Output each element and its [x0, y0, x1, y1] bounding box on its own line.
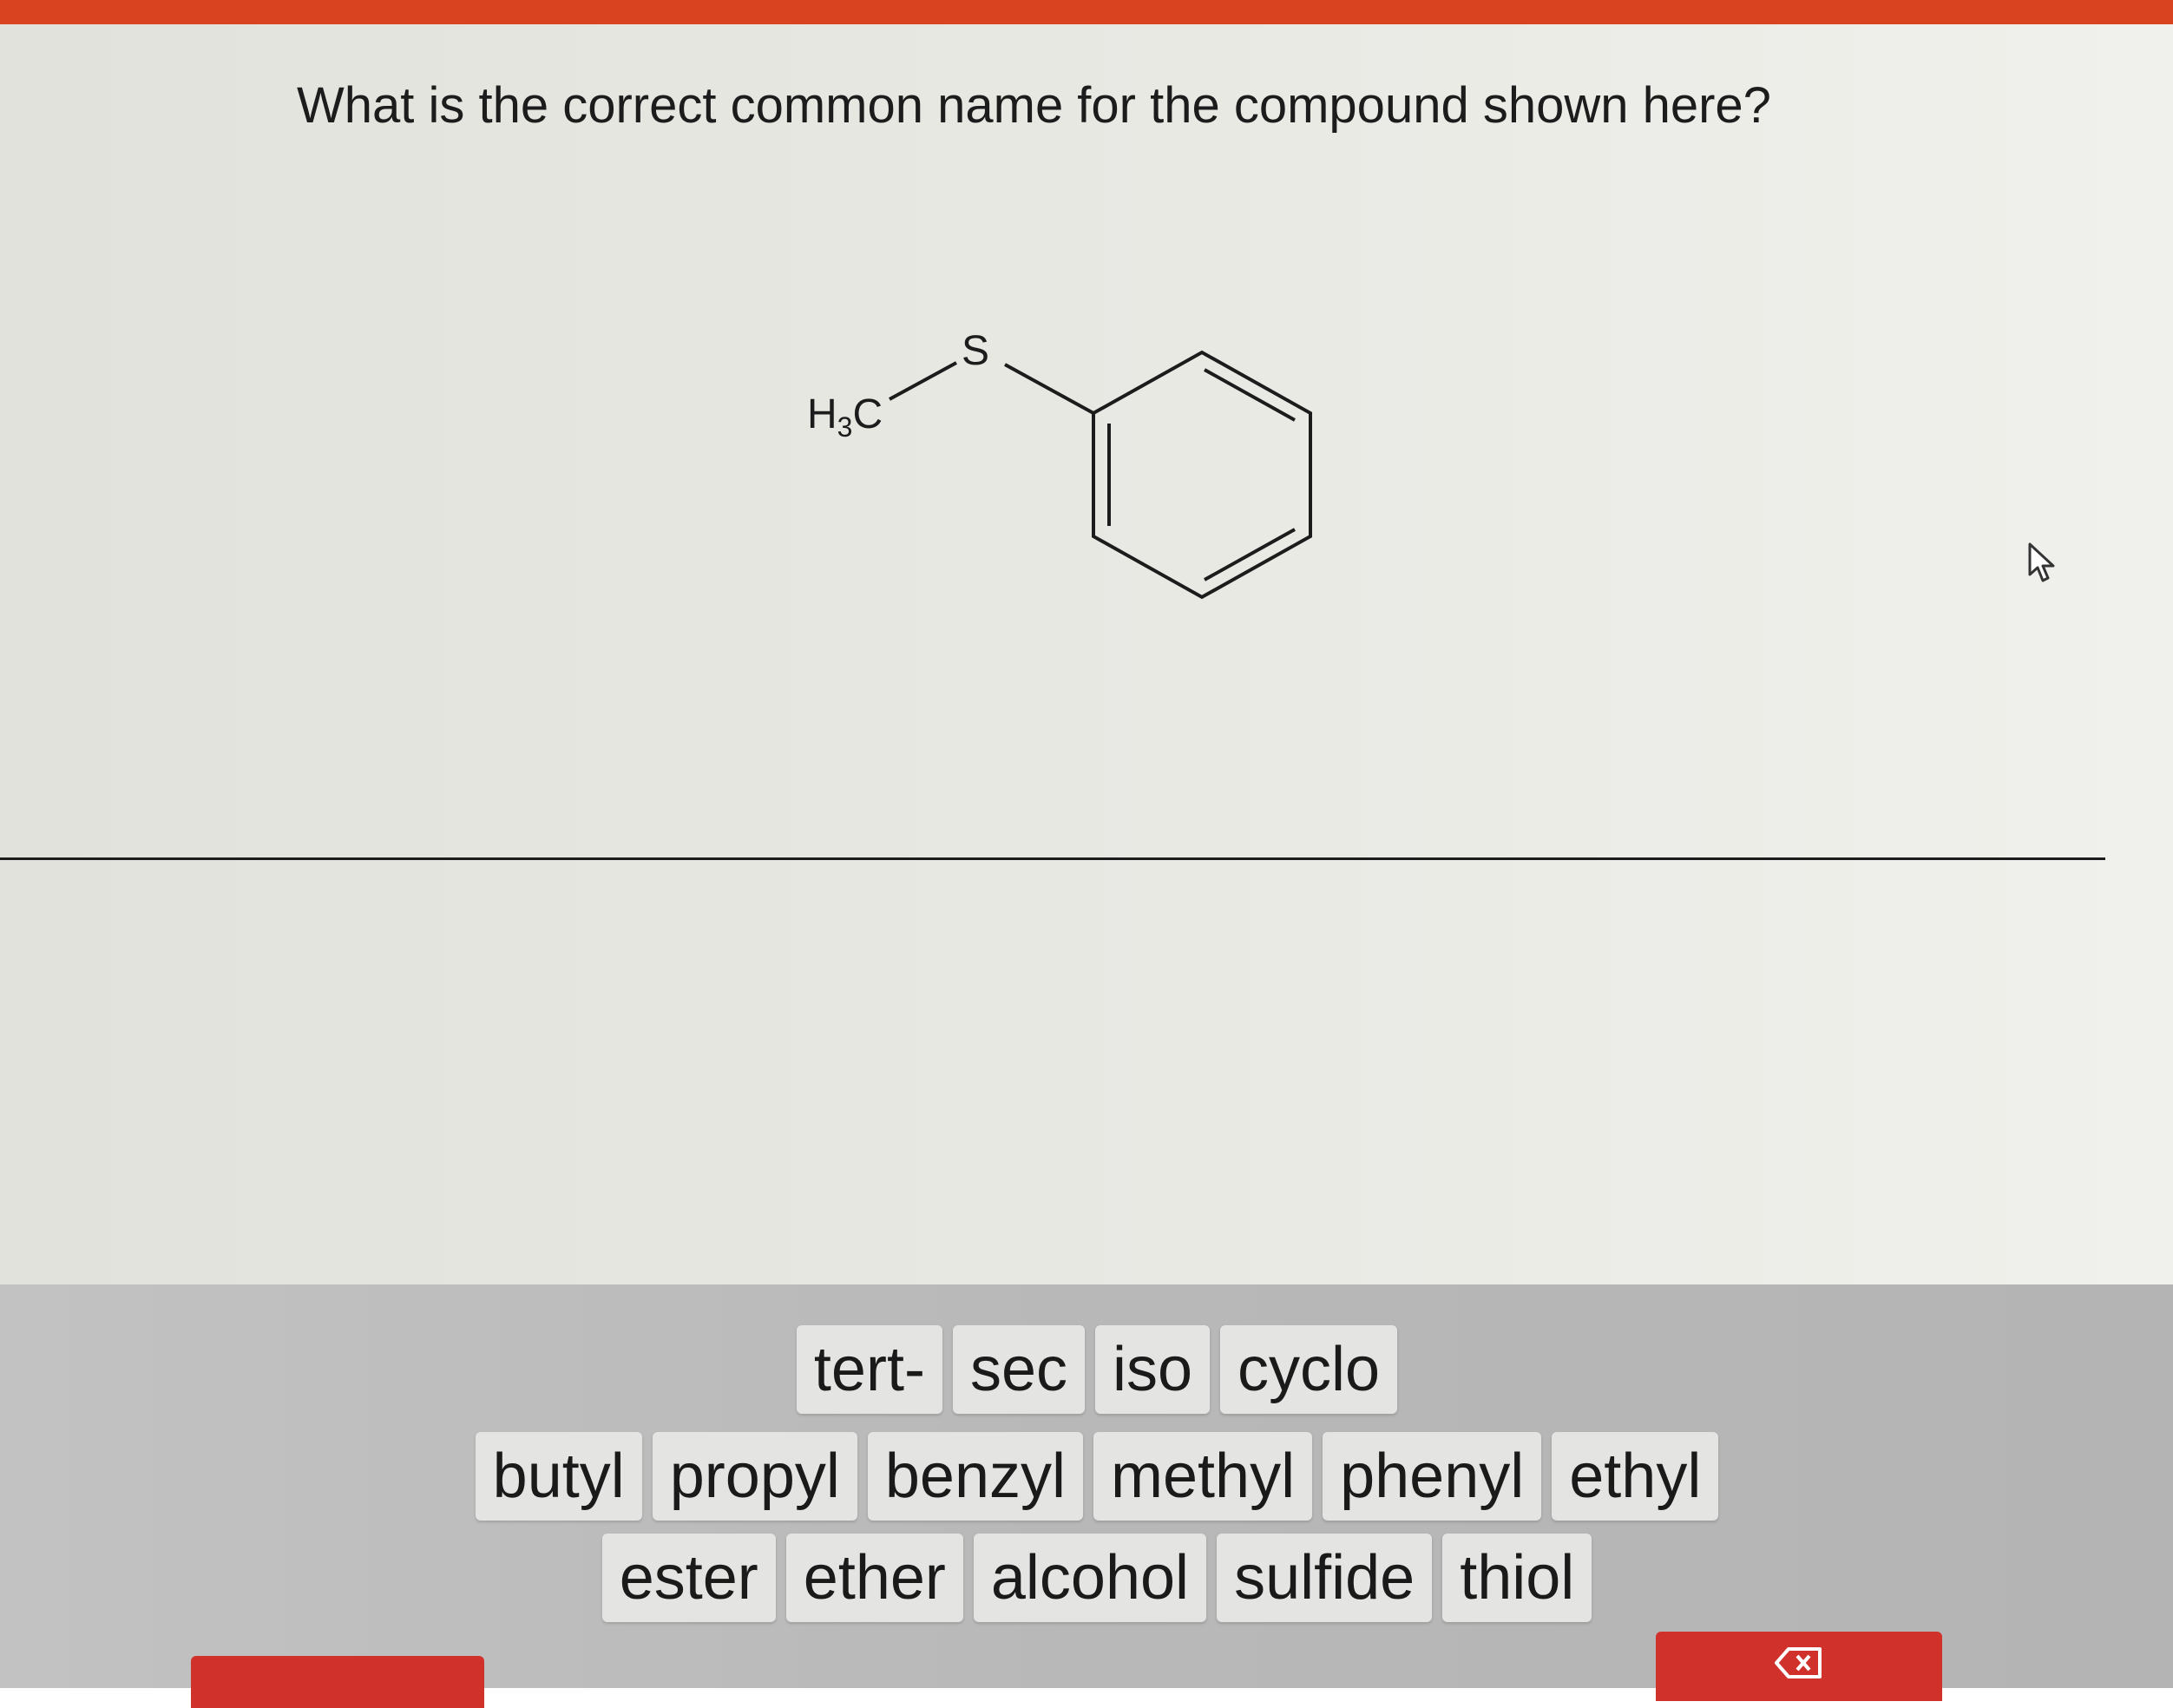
suffix-tile-row: ester ether alcohol sulfide thiol	[0, 1534, 2173, 1622]
delete-button[interactable]	[1656, 1632, 1942, 1701]
tile-methyl[interactable]: methyl	[1093, 1432, 1313, 1521]
bond-c-s	[889, 361, 957, 401]
tile-benzyl[interactable]: benzyl	[867, 1432, 1083, 1521]
tile-ester[interactable]: ester	[601, 1534, 776, 1622]
tile-thiol[interactable]: thiol	[1442, 1534, 1592, 1622]
bond-s-ring	[1004, 363, 1094, 415]
mouse-pointer-icon	[2028, 542, 2055, 582]
tile-iso[interactable]: iso	[1094, 1325, 1211, 1414]
chemical-structure: H3C S	[807, 328, 1312, 600]
prefix-tile-row: tert- sec iso cyclo	[0, 1325, 2173, 1414]
question-area: What is the correct common name for the …	[0, 24, 2173, 1300]
group-tile-row: butyl propyl benzyl methyl phenyl ethyl	[0, 1432, 2173, 1521]
tile-butyl[interactable]: butyl	[475, 1432, 642, 1521]
tile-sec[interactable]: sec	[952, 1325, 1085, 1414]
sulfur-label: S	[962, 328, 989, 374]
tile-alcohol[interactable]: alcohol	[973, 1534, 1207, 1622]
tile-propyl[interactable]: propyl	[652, 1432, 857, 1521]
tile-tert[interactable]: tert-	[796, 1325, 942, 1414]
reset-button[interactable]	[191, 1656, 484, 1708]
question-text: What is the correct common name for the …	[297, 77, 1771, 134]
answer-line	[0, 857, 2105, 860]
top-accent-bar	[0, 0, 2173, 24]
methyl-label: H3C	[807, 391, 883, 443]
tile-ether[interactable]: ether	[785, 1534, 963, 1622]
tile-sulfide[interactable]: sulfide	[1217, 1534, 1433, 1622]
backspace-icon	[1775, 1647, 1822, 1678]
benzene-ring	[1092, 350, 1312, 600]
tile-cyclo[interactable]: cyclo	[1220, 1325, 1398, 1414]
tile-ethyl[interactable]: ethyl	[1552, 1432, 1719, 1521]
tile-phenyl[interactable]: phenyl	[1323, 1432, 1542, 1521]
